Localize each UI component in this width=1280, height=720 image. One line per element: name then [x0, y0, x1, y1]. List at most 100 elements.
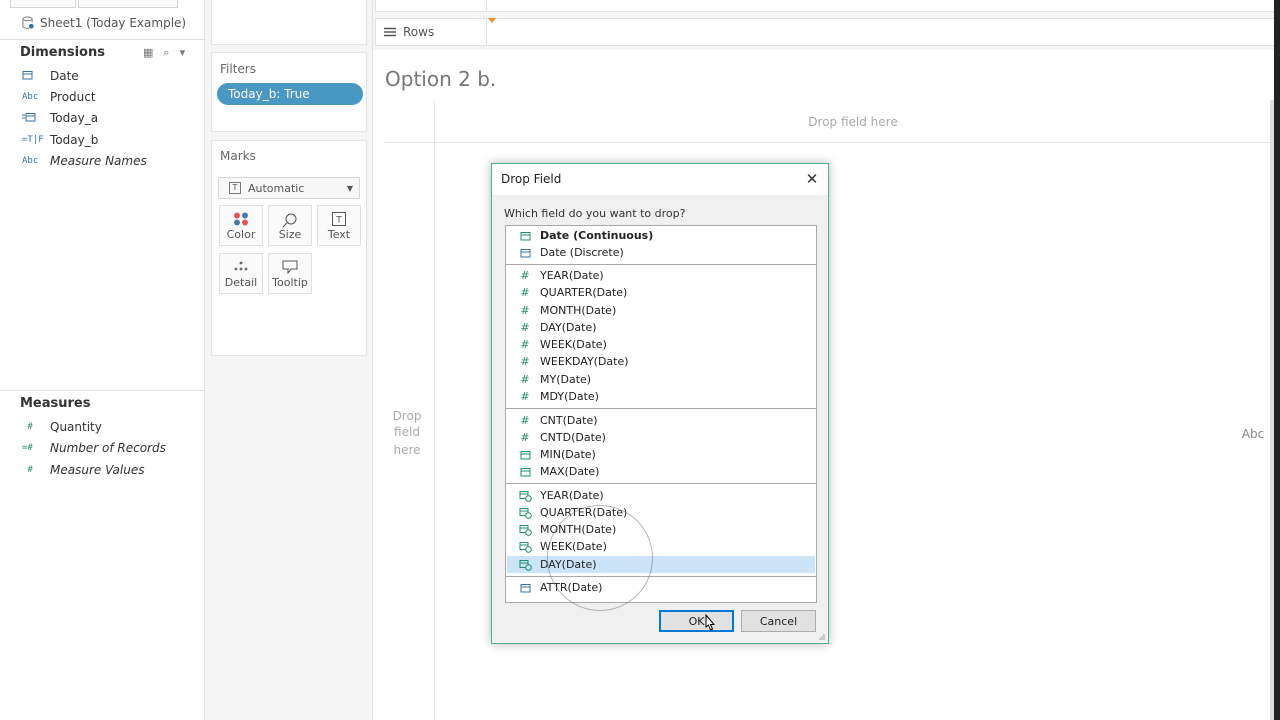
hash-icon: # — [520, 390, 530, 403]
group-separator — [506, 408, 816, 410]
calendar-icon — [518, 450, 532, 460]
field-label: Measure Names — [50, 154, 147, 168]
calendar-icon — [518, 248, 532, 258]
field-label: Date — [50, 69, 79, 83]
shelves: Rows — [373, 0, 1280, 50]
dimension-field-measure-names[interactable]: Abc Measure Names — [22, 152, 147, 170]
drop-rows-hint-2[interactable]: field — [387, 425, 427, 439]
option-month-date[interactable]: # MONTH(Date) — [507, 302, 815, 319]
option-quarter-date-exact[interactable]: QUARTER(Date) — [507, 504, 815, 521]
datasource-item[interactable]: Sheet1 (Today Example) — [22, 14, 186, 32]
search-icon[interactable]: ⌕ — [163, 46, 169, 60]
tooltip-icon — [282, 260, 298, 274]
hash-icon: # — [520, 269, 530, 282]
drop-indicator-icon — [488, 18, 496, 23]
calculated-date-icon — [22, 112, 44, 125]
row-header-divider — [434, 100, 435, 720]
ok-button[interactable]: OK — [659, 610, 734, 632]
measure-field-quantity[interactable]: # Quantity — [22, 418, 102, 436]
hash-icon: # — [520, 431, 530, 444]
option-label: DAY(Date) — [540, 321, 597, 334]
abc-placeholder: Abc — [1241, 427, 1265, 441]
option-label: YEAR(Date) — [540, 489, 604, 502]
window-edge — [1274, 0, 1280, 720]
size-label: Size — [278, 228, 302, 241]
text-icon: T — [332, 212, 346, 226]
option-label: Date (Continuous) — [540, 229, 654, 242]
measure-field-number-of-records[interactable]: =# Number of Records — [22, 439, 166, 457]
dialog-titlebar[interactable]: Drop Field ✕ — [492, 164, 828, 195]
calendar-icon — [518, 467, 532, 477]
drop-rows-hint-1[interactable]: Drop — [387, 409, 427, 423]
measure-field-measure-values[interactable]: # Measure Values — [22, 461, 144, 479]
marks-type-dropdown[interactable]: T Automatic ▼ — [218, 177, 360, 199]
tab-data[interactable] — [10, 0, 76, 8]
rows-shelf[interactable]: Rows — [375, 18, 1278, 46]
option-date-discrete[interactable]: Date (Discrete) — [507, 244, 815, 261]
divider — [486, 0, 487, 11]
hash-icon: # — [520, 338, 530, 351]
color-button[interactable]: Color — [219, 205, 263, 246]
option-my-date[interactable]: # MY(Date) — [507, 371, 815, 388]
option-max-date[interactable]: MAX(Date) — [507, 463, 815, 480]
field-label: Quantity — [50, 420, 102, 434]
dimension-field-product[interactable]: Abc Product — [22, 88, 96, 106]
option-week-date[interactable]: # WEEK(Date) — [507, 336, 815, 353]
option-year-date[interactable]: # YEAR(Date) — [507, 267, 815, 284]
option-label: CNT(Date) — [540, 414, 598, 427]
field-label: Product — [50, 90, 96, 104]
rows-label: Rows — [403, 25, 435, 39]
columns-shelf[interactable] — [375, 0, 1278, 12]
hash-icon: # — [520, 304, 530, 317]
option-label: MIN(Date) — [540, 448, 596, 461]
option-date-continuous[interactable]: Date (Continuous) — [507, 227, 815, 244]
dimension-field-today-a[interactable]: Today_a — [22, 109, 98, 127]
option-label: MY(Date) — [540, 373, 592, 386]
option-mdy-date[interactable]: # MDY(Date) — [507, 388, 815, 405]
date-clock-icon — [518, 524, 532, 536]
color-icon — [234, 212, 248, 226]
size-button[interactable]: Size — [268, 205, 312, 246]
option-label: YEAR(Date) — [540, 269, 604, 282]
detail-label: Detail — [224, 276, 258, 289]
date-clock-icon — [518, 490, 532, 502]
cards-column: Filters Today_b: True Marks T Automatic … — [205, 0, 373, 720]
pane-tabs — [0, 0, 205, 8]
hash-icon: # — [22, 465, 33, 475]
cancel-button[interactable]: Cancel — [741, 610, 816, 632]
filter-pill[interactable]: Today_b: True — [217, 83, 363, 105]
tooltip-button[interactable]: Tooltip — [268, 253, 312, 294]
option-quarter-date[interactable]: # QUARTER(Date) — [507, 284, 815, 301]
marks-card: Marks T Automatic ▼ Color Size T Text De… — [211, 140, 367, 356]
field-label: Number of Records — [50, 441, 166, 455]
dimension-field-today-b[interactable]: =T|F Today_b — [22, 131, 98, 149]
filters-card[interactable]: Filters Today_b: True — [211, 52, 367, 132]
field-label: Today_a — [50, 111, 99, 125]
size-icon — [282, 213, 297, 228]
option-cntd-date[interactable]: # CNTD(Date) — [507, 429, 815, 446]
option-year-date-exact[interactable]: YEAR(Date) — [507, 487, 815, 504]
abc-icon: Abc — [22, 92, 39, 102]
dimension-field-date[interactable]: Date — [22, 67, 79, 85]
date-clock-icon — [518, 507, 532, 519]
text-button[interactable]: T Text — [317, 205, 361, 246]
option-weekday-date[interactable]: # WEEKDAY(Date) — [507, 353, 815, 370]
grid-view-icon[interactable]: ▦ — [143, 46, 153, 60]
option-cnt-date[interactable]: # CNT(Date) — [507, 412, 815, 429]
option-label: MDY(Date) — [540, 390, 599, 403]
close-icon[interactable]: ✕ — [802, 169, 822, 189]
chevron-down-icon[interactable]: ▾ — [180, 46, 186, 60]
option-min-date[interactable]: MIN(Date) — [507, 446, 815, 463]
pages-card[interactable] — [211, 0, 367, 45]
svg-text:T: T — [335, 216, 342, 226]
drop-rows-hint-3[interactable]: here — [387, 443, 427, 457]
drop-columns-hint[interactable]: Drop field here — [773, 115, 933, 129]
resize-grip-icon[interactable] — [817, 632, 825, 640]
calendar-icon — [518, 583, 532, 593]
tab-analytics[interactable] — [78, 0, 178, 8]
option-label: WEEK(Date) — [540, 338, 607, 351]
dimensions-tools: ▦ ⌕ ▾ — [143, 46, 185, 60]
datasource-name: Sheet1 (Today Example) — [40, 16, 187, 30]
detail-button[interactable]: Detail — [219, 253, 263, 294]
option-day-date[interactable]: # DAY(Date) — [507, 319, 815, 336]
